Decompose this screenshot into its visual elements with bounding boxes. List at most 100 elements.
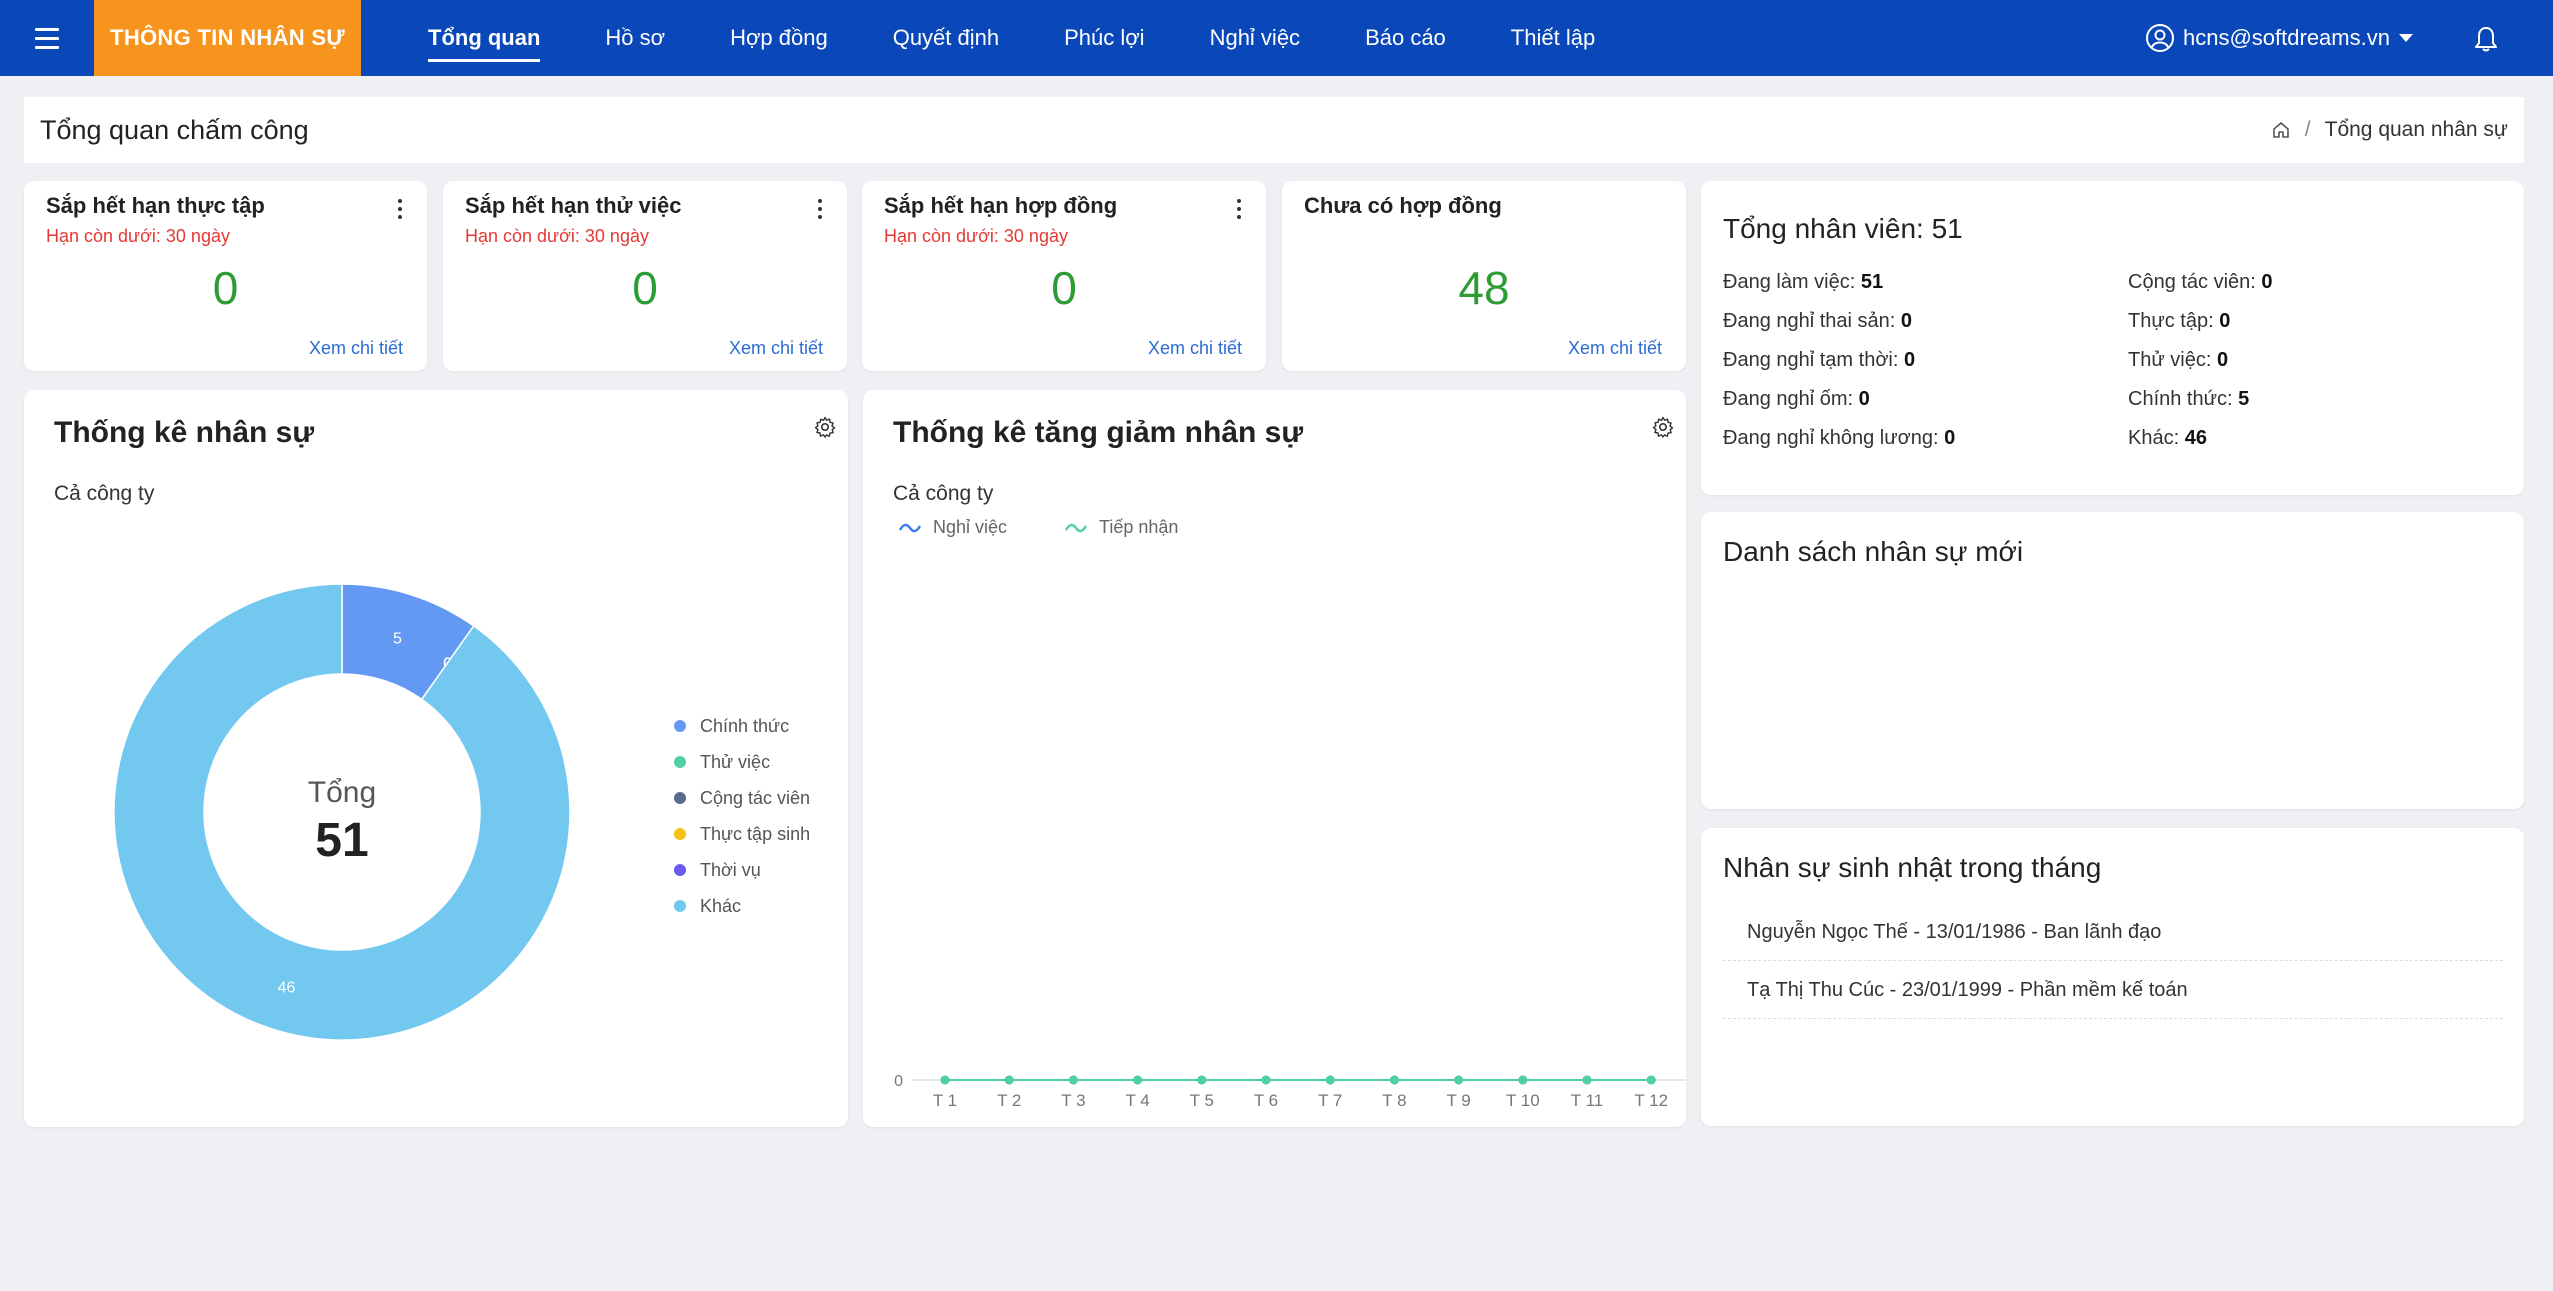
nav-item-bao-cao[interactable]: Báo cáo xyxy=(1365,0,1446,76)
legend-dot xyxy=(674,828,686,840)
data-point[interactable] xyxy=(1325,1075,1335,1085)
data-point[interactable] xyxy=(1197,1075,1207,1085)
breadcrumb-separator: / xyxy=(2304,118,2311,141)
bell-icon[interactable] xyxy=(2474,25,2498,53)
slice-label: 46 xyxy=(278,979,296,996)
nav-item-tong-quan[interactable]: Tổng quan xyxy=(428,0,541,76)
y-tick-label: 0 xyxy=(894,1073,903,1090)
more-vertical-icon[interactable] xyxy=(1236,199,1242,219)
page-title: Tổng quan chấm công xyxy=(40,114,309,145)
legend-dot xyxy=(674,720,686,732)
stat-item: Chính thức: 5 xyxy=(2128,388,2250,410)
legend-item[interactable]: Khác xyxy=(674,888,810,924)
nav-item-hop-dong[interactable]: Hợp đồng xyxy=(730,0,828,76)
user-icon xyxy=(2146,24,2174,52)
stat-card-subtitle: Hạn còn dưới: 30 ngày xyxy=(465,226,649,246)
more-vertical-icon[interactable] xyxy=(397,199,403,219)
x-tick-label: T 1 xyxy=(933,1091,957,1110)
total-staff-title: Tổng nhân viên: 51 xyxy=(1723,213,1963,244)
legend-dot xyxy=(674,900,686,912)
user-menu[interactable]: hcns@softdreams.vn xyxy=(2145,0,2413,76)
data-point[interactable] xyxy=(1004,1075,1014,1085)
data-point[interactable] xyxy=(1518,1075,1528,1085)
nav-item-thiet-lap[interactable]: Thiết lập xyxy=(1511,0,1595,76)
nav-item-ho-so[interactable]: Hồ sơ xyxy=(605,0,665,76)
stat-item: Đang nghỉ tạm thời: 0 xyxy=(1723,349,1916,371)
new-staff-panel: Danh sách nhân sự mới xyxy=(1701,512,2524,809)
legend-dot xyxy=(674,792,686,804)
stat-card-value: 0 xyxy=(1051,262,1077,314)
x-tick-label: T 6 xyxy=(1254,1091,1278,1110)
legend-label: Thời vụ xyxy=(700,859,761,880)
total-staff-grid: Đang làm việc: 51 Cộng tác viên: 0 Đang … xyxy=(1723,271,2503,454)
stat-card-subtitle: Hạn còn dưới: 30 ngày xyxy=(884,226,1068,246)
stat-item: Cộng tác viên: 0 xyxy=(2128,271,2273,293)
data-point[interactable] xyxy=(940,1075,950,1085)
user-email: hcns@softdreams.vn xyxy=(2183,25,2390,50)
page-header: Tổng quan chấm công / Tổng quan nhân sự xyxy=(24,97,2524,163)
stat-card-no-contract: Chưa có hợp đồng 48 Xem chi tiết xyxy=(1282,181,1686,371)
view-details-link[interactable]: Xem chi tiết xyxy=(1148,338,1242,359)
data-point[interactable] xyxy=(1068,1075,1078,1085)
stat-card-title: Sắp hết hạn thử việc xyxy=(465,193,682,218)
staff-stats-panel: Thống kê nhân sự Cả công ty 5000046 Tổng… xyxy=(24,390,848,1127)
top-navbar: THÔNG TIN NHÂN SỰ Tổng quan Hồ sơ Hợp đồ… xyxy=(0,0,2553,76)
view-details-link[interactable]: Xem chi tiết xyxy=(729,338,823,359)
x-tick-label: T 9 xyxy=(1446,1091,1470,1110)
breadcrumb-current: Tổng quan nhân sự xyxy=(2324,118,2508,141)
legend-item[interactable]: Thử việc xyxy=(674,744,810,780)
x-tick-label: T 3 xyxy=(1061,1091,1085,1110)
stat-item: Thử việc: 0 xyxy=(2128,349,2229,371)
stat-card-value: 0 xyxy=(632,262,658,314)
birthday-list: Nguyễn Ngọc Thế - 13/01/1986 - Ban lãnh … xyxy=(1723,903,2503,1019)
main-menu: Tổng quan Hồ sơ Hợp đồng Quyết định Phúc… xyxy=(428,0,1660,76)
legend-item[interactable]: Thời vụ xyxy=(674,852,810,888)
legend-label: Thử việc xyxy=(700,751,771,772)
stat-item: Đang nghỉ không lương: 0 xyxy=(1723,427,1956,449)
legend-label: Khác xyxy=(700,895,742,916)
data-point[interactable] xyxy=(1389,1075,1399,1085)
menu-icon[interactable] xyxy=(0,0,94,76)
stat-item: Thực tập: 0 xyxy=(2128,310,2231,332)
stat-card-internship: Sắp hết hạn thực tập Hạn còn dưới: 30 ng… xyxy=(24,181,427,371)
nav-item-phuc-loi[interactable]: Phúc lợi xyxy=(1064,0,1144,76)
stat-card-subtitle: Hạn còn dưới: 30 ngày xyxy=(46,226,230,246)
total-staff-panel: Tổng nhân viên: 51 Đang làm việc: 51 Cộn… xyxy=(1701,181,2524,495)
view-details-link[interactable]: Xem chi tiết xyxy=(309,338,403,359)
x-tick-label: T 10 xyxy=(1506,1091,1540,1110)
data-point[interactable] xyxy=(1646,1075,1656,1085)
brand-label[interactable]: THÔNG TIN NHÂN SỰ xyxy=(94,0,361,76)
data-point[interactable] xyxy=(1261,1075,1271,1085)
legend-label: Thực tập sinh xyxy=(700,823,811,844)
birthday-panel: Nhân sự sinh nhật trong tháng Nguyễn Ngọ… xyxy=(1701,828,2524,1126)
breadcrumb: / Tổng quan nhân sự xyxy=(2271,118,2508,142)
nav-item-quyet-dinh[interactable]: Quyết định xyxy=(893,0,999,76)
x-tick-label: T 2 xyxy=(997,1091,1021,1110)
legend-label: Chính thức xyxy=(700,715,790,736)
view-details-link[interactable]: Xem chi tiết xyxy=(1568,338,1662,359)
legend-item[interactable]: Cộng tác viên xyxy=(674,780,810,816)
data-point[interactable] xyxy=(1582,1075,1592,1085)
donut-slice[interactable] xyxy=(113,583,571,1041)
data-point[interactable] xyxy=(1454,1075,1464,1085)
list-item[interactable]: Tạ Thị Thu Cúc - 23/01/1999 - Phần mềm k… xyxy=(1723,961,2503,1019)
legend-item[interactable]: Chính thức xyxy=(674,708,810,744)
stat-card-probation: Sắp hết hạn thử việc Hạn còn dưới: 30 ng… xyxy=(443,181,847,371)
legend-item[interactable]: Thực tập sinh xyxy=(674,816,810,852)
stat-item: Đang làm việc: 51 xyxy=(1723,271,1884,293)
donut-legend: Chính thức Thử việc Cộng tác viên Thực t… xyxy=(674,708,810,924)
list-item[interactable]: Nguyễn Ngọc Thế - 13/01/1986 - Ban lãnh … xyxy=(1723,903,2503,961)
home-icon[interactable] xyxy=(2271,120,2291,140)
staff-change-panel: Thống kê tăng giảm nhân sự Cả công ty Ng… xyxy=(863,390,1686,1127)
data-point[interactable] xyxy=(1133,1075,1143,1085)
stat-item: Khác: 46 xyxy=(2128,427,2207,449)
more-vertical-icon[interactable] xyxy=(817,199,823,219)
stat-card-title: Sắp hết hạn thực tập xyxy=(46,193,265,218)
stat-card-title: Chưa có hợp đồng xyxy=(1304,193,1502,218)
x-tick-label: T 7 xyxy=(1318,1091,1342,1110)
panel-title: Nhân sự sinh nhật trong tháng xyxy=(1723,852,2102,883)
legend-label: Cộng tác viên xyxy=(700,787,811,808)
x-tick-label: T 4 xyxy=(1125,1091,1149,1110)
donut-center-label: Tổng xyxy=(308,776,376,809)
nav-item-nghi-viec[interactable]: Nghỉ việc xyxy=(1210,0,1300,76)
